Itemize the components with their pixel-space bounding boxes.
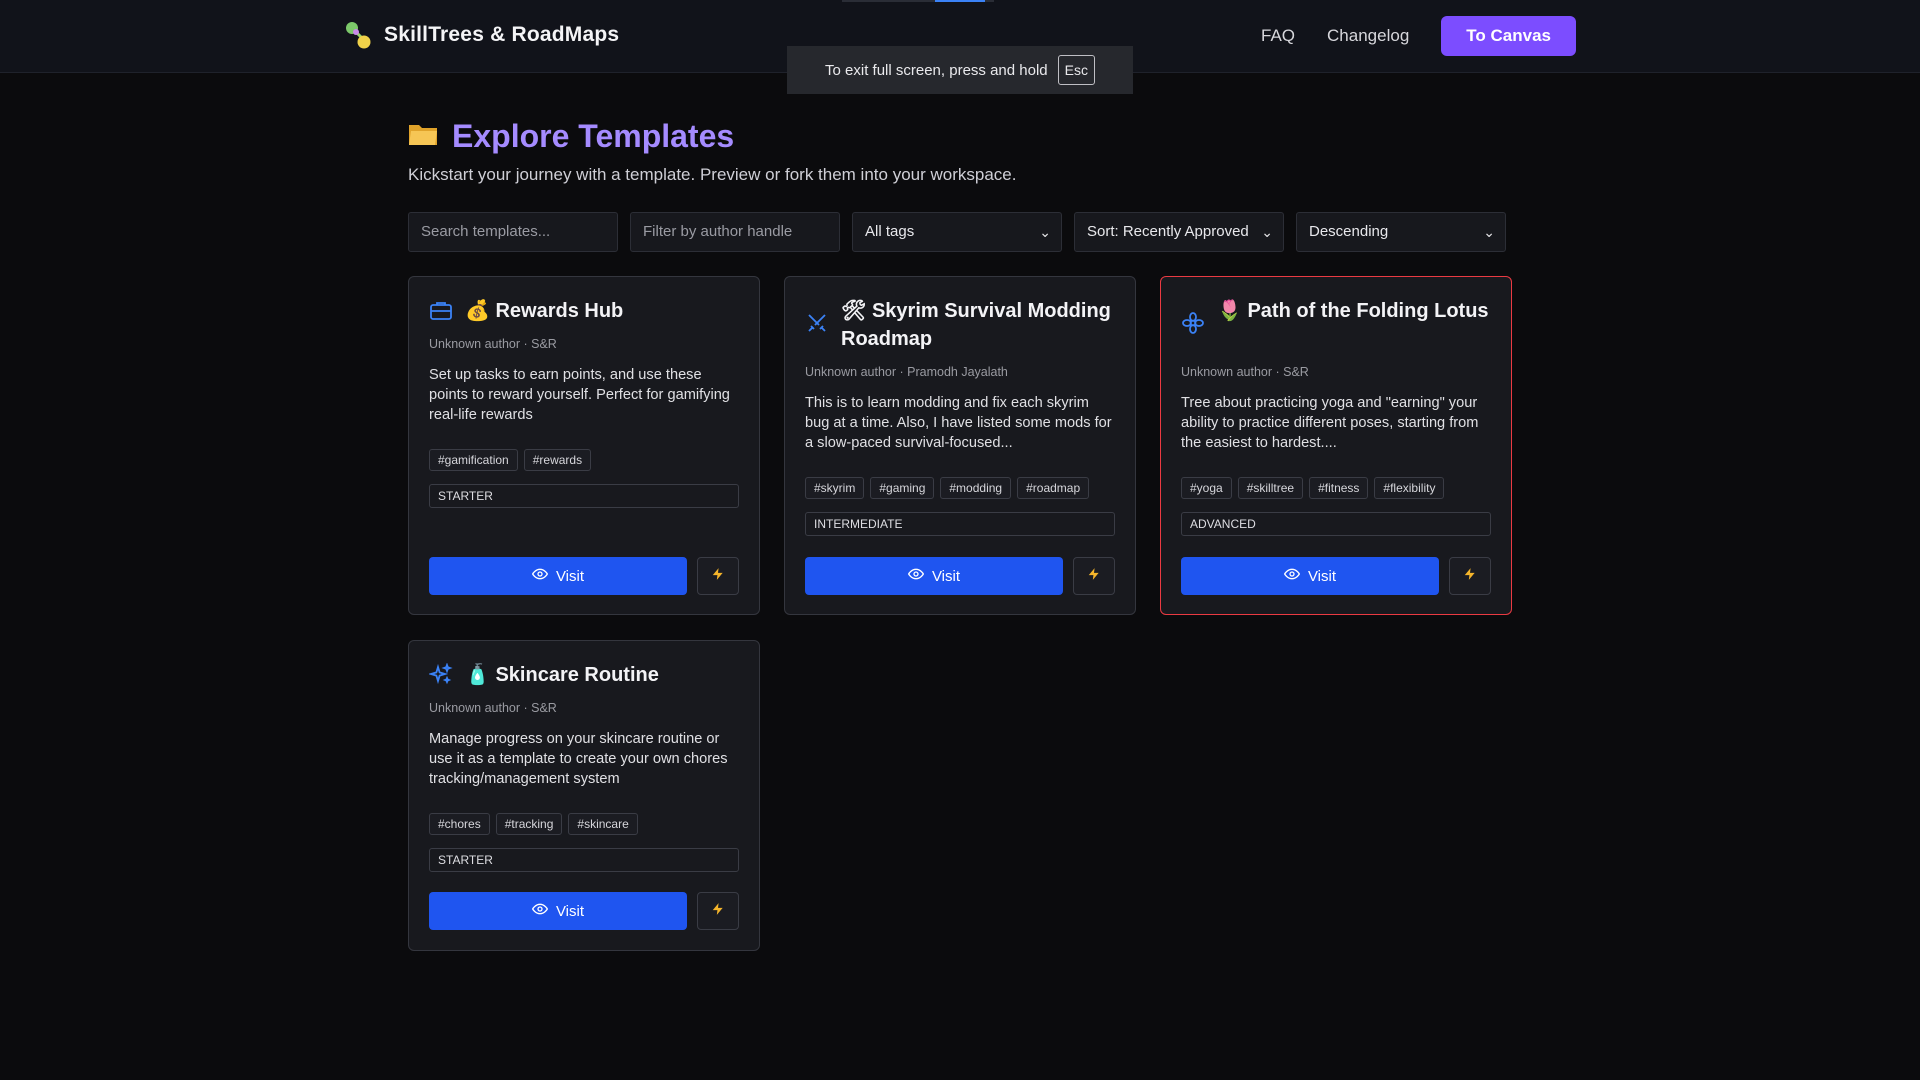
esc-key: Esc bbox=[1057, 55, 1095, 85]
eye-icon bbox=[907, 566, 925, 586]
tag[interactable]: #skilltree bbox=[1237, 477, 1304, 499]
brand[interactable]: SkillTrees & RoadMaps bbox=[344, 20, 619, 50]
fork-button[interactable] bbox=[697, 892, 739, 930]
tag[interactable]: #skincare bbox=[568, 813, 638, 835]
visit-label: Visit bbox=[555, 902, 585, 920]
brand-title: SkillTrees & RoadMaps bbox=[384, 23, 620, 46]
tag-list: #gamification #rewards bbox=[429, 449, 592, 471]
fullscreen-notice-text: To exit full screen, press and hold bbox=[825, 61, 1048, 79]
bolt-icon bbox=[1087, 567, 1101, 586]
to-canvas-button[interactable]: To Canvas bbox=[1441, 16, 1576, 56]
tag[interactable]: #gaming bbox=[870, 477, 935, 499]
tag[interactable]: #rewards bbox=[523, 449, 592, 471]
fullscreen-notice: To exit full screen, press and hold Esc bbox=[787, 46, 1133, 94]
tag[interactable]: #flexibility bbox=[1374, 477, 1445, 499]
template-card: 🌷 Path of the Folding Lotus Unknown auth… bbox=[1160, 276, 1512, 615]
tag[interactable]: #modding bbox=[940, 477, 1012, 499]
template-card: 🛠 Skyrim Survival Modding Roadmap Unknow… bbox=[784, 276, 1136, 615]
visit-button[interactable]: Visit bbox=[429, 557, 687, 595]
main-nav: FAQ Changelog To Canvas bbox=[1261, 16, 1576, 56]
templates-page: Explore Templates Kickstart your journey… bbox=[408, 118, 1512, 252]
card-title: 🧴 Skincare Routine bbox=[465, 664, 659, 686]
visit-button[interactable]: Visit bbox=[429, 892, 687, 930]
card-title: 🌷 Path of the Folding Lotus bbox=[1217, 300, 1489, 322]
card-author: Unknown author · Pramodh Jayalath bbox=[805, 365, 1008, 379]
eye-icon bbox=[1283, 566, 1301, 586]
nav-faq[interactable]: FAQ bbox=[1261, 26, 1295, 46]
difficulty-badge: STARTER bbox=[429, 848, 739, 872]
tag-list: #chores #tracking #skincare bbox=[429, 813, 638, 835]
fork-button[interactable] bbox=[697, 557, 739, 595]
card-description: Manage progress on your skincare routine… bbox=[429, 731, 728, 787]
page-title-row: Explore Templates bbox=[408, 118, 1512, 155]
difficulty-badge: STARTER bbox=[429, 484, 739, 508]
card-description: Set up tasks to earn points, and use the… bbox=[429, 367, 730, 423]
loading-indicator bbox=[842, 0, 994, 2]
tag[interactable]: #chores bbox=[429, 813, 490, 835]
tag[interactable]: #gamification bbox=[429, 449, 518, 471]
card-description: This is to learn modding and fix each sk… bbox=[805, 395, 1112, 451]
sort-select-value: Sort: Recently Approved bbox=[1087, 223, 1249, 240]
card-author: Unknown author · S&R bbox=[429, 337, 557, 351]
visit-label: Visit bbox=[931, 567, 961, 585]
flower-icon bbox=[1181, 311, 1205, 335]
page-subtitle: Kickstart your journey with a template. … bbox=[408, 165, 1017, 184]
visit-label: Visit bbox=[555, 567, 585, 585]
order-select-value: Descending bbox=[1309, 223, 1389, 240]
visit-button[interactable]: Visit bbox=[805, 557, 1063, 595]
tag[interactable]: #skyrim bbox=[805, 477, 865, 499]
folder-icon bbox=[408, 121, 438, 152]
briefcase-icon bbox=[429, 299, 453, 323]
chevron-down-icon: ⌄ bbox=[1483, 224, 1495, 240]
visit-button[interactable]: Visit bbox=[1181, 557, 1439, 595]
tag[interactable]: #roadmap bbox=[1017, 477, 1090, 499]
skilltree-logo-icon bbox=[344, 20, 374, 50]
bolt-icon bbox=[711, 902, 725, 921]
tag-list: #yoga #skilltree #fitness #flexibility bbox=[1181, 477, 1445, 499]
bolt-icon bbox=[711, 567, 725, 586]
chevron-down-icon: ⌄ bbox=[1039, 224, 1051, 240]
bolt-icon bbox=[1463, 567, 1477, 586]
fork-button[interactable] bbox=[1073, 557, 1115, 595]
difficulty-badge: ADVANCED bbox=[1181, 512, 1491, 536]
tag-list: #skyrim #gaming #modding #roadmap bbox=[805, 477, 1090, 499]
tag[interactable]: #yoga bbox=[1181, 477, 1232, 499]
template-card: 💰 Rewards Hub Unknown author · S&R Set u… bbox=[408, 276, 760, 615]
card-author: Unknown author · S&R bbox=[1181, 365, 1309, 379]
sort-select[interactable]: Sort: Recently Approved ⌄ bbox=[1074, 212, 1284, 252]
author-filter-input[interactable]: Filter by author handle bbox=[630, 212, 840, 252]
page-title: Explore Templates bbox=[452, 118, 735, 154]
fork-button[interactable] bbox=[1449, 557, 1491, 595]
nav-changelog[interactable]: Changelog bbox=[1327, 26, 1409, 46]
search-input[interactable]: Search templates... bbox=[408, 212, 618, 252]
order-select[interactable]: Descending ⌄ bbox=[1296, 212, 1506, 252]
visit-label: Visit bbox=[1307, 567, 1337, 585]
tag[interactable]: #fitness bbox=[1309, 477, 1369, 499]
chevron-down-icon: ⌄ bbox=[1261, 224, 1273, 240]
eye-icon bbox=[531, 901, 549, 921]
filter-bar: Search templates... Filter by author han… bbox=[408, 212, 1506, 252]
card-title: 🛠 Skyrim Survival Modding Roadmap bbox=[841, 300, 1111, 350]
template-card: 🧴 Skincare Routine Unknown author · S&R … bbox=[408, 640, 760, 951]
swords-icon bbox=[805, 311, 829, 335]
difficulty-badge: INTERMEDIATE bbox=[805, 512, 1115, 536]
tag[interactable]: #tracking bbox=[495, 813, 563, 835]
card-title: 💰 Rewards Hub bbox=[465, 300, 624, 322]
eye-icon bbox=[531, 566, 549, 586]
tags-select-value: All tags bbox=[865, 223, 915, 240]
card-author: Unknown author · S&R bbox=[429, 701, 557, 715]
tags-select[interactable]: All tags ⌄ bbox=[852, 212, 1062, 252]
card-description: Tree about practicing yoga and "earning"… bbox=[1181, 395, 1479, 451]
sparkles-icon bbox=[427, 662, 453, 687]
